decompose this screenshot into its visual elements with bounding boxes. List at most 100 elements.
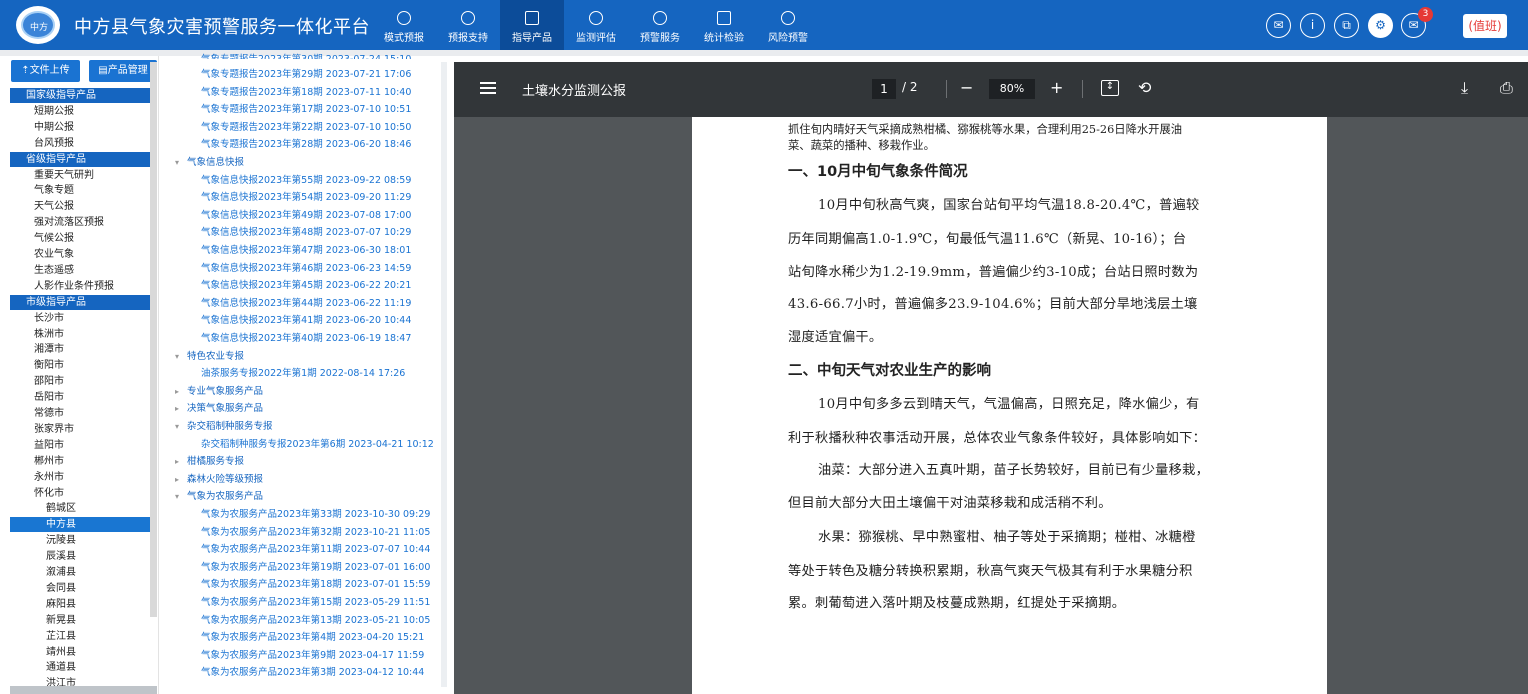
rotate-icon[interactable]: ⟲ [1138,80,1151,96]
print-icon[interactable]: ⎙ [1500,80,1513,96]
tree-item[interactable]: 怀化市 [34,486,142,501]
list-item[interactable]: 气象专题报告2023年第18期 2023-07-11 10:40 [201,86,411,100]
list-item[interactable]: 气象信息快报2023年第49期 2023-07-08 17:00 [201,209,411,223]
zoom-in-icon[interactable]: + [1050,80,1063,96]
list-group[interactable]: 柑橘服务专报 [187,455,244,469]
caret-down-icon[interactable]: ▾ [175,159,183,167]
tree-item[interactable]: 辰溪县 [46,549,142,564]
tree-item[interactable]: 芷江县 [46,629,142,644]
list-item-partial[interactable]: 气象专题报告2023年第30期 2023-07-24 15:10 [201,53,411,59]
product-manage-button[interactable]: ▤产品管理 [89,60,157,82]
list-group[interactable]: 森林火险等级预报 [187,473,263,487]
list-item[interactable]: 气象专题报告2023年第22期 2023-07-10 10:50 [201,121,411,135]
nav-tab-1[interactable]: 预报支持 [436,0,500,50]
tree-item[interactable]: 天气公报 [34,199,142,214]
tree-item[interactable]: 永州市 [34,470,142,485]
menu-icon[interactable] [480,82,496,84]
zoom-out-icon[interactable]: − [960,80,973,96]
zoom-level[interactable]: 80% [989,79,1035,99]
tree-item[interactable]: 张家界市 [34,422,142,437]
caret-right-icon[interactable]: ▸ [175,387,183,396]
portal-icon[interactable]: ⧉ [1334,13,1359,38]
list-item[interactable]: 气象为农服务产品2023年第3期 2023-04-12 10:44 [201,666,424,680]
list-item[interactable]: 气象信息快报2023年第48期 2023-07-07 10:29 [201,226,411,240]
list-item[interactable]: 气象信息快报2023年第40期 2023-06-19 18:47 [201,332,411,346]
page-number-input[interactable]: 1 [872,79,896,99]
list-item[interactable]: 气象为农服务产品2023年第18期 2023-07-01 15:59 [201,578,430,592]
tree-item[interactable]: 会同县 [46,581,142,596]
tree-item[interactable]: 衡阳市 [34,358,142,373]
list-group[interactable]: 决策气象服务产品 [187,402,263,416]
list-item[interactable]: 气象为农服务产品2023年第13期 2023-05-21 10:05 [201,614,430,628]
nav-tab-2[interactable]: 指导产品 [500,0,564,50]
tree-item[interactable]: 株洲市 [34,327,142,342]
left-horizontal-scrollbar[interactable] [10,686,157,694]
tree-item[interactable]: 常德市 [34,406,142,421]
list-item[interactable]: 气象为农服务产品2023年第19期 2023-07-01 16:00 [201,561,430,575]
nav-tab-5[interactable]: 统计检验 [692,0,756,50]
tree-item[interactable]: 气候公报 [34,231,142,246]
tree-item[interactable]: 台风预报 [34,136,142,151]
list-item[interactable]: 气象为农服务产品2023年第11期 2023-07-07 10:44 [201,543,430,557]
fit-page-icon[interactable]: ↕ [1101,80,1119,96]
tree-item[interactable]: 湘潭市 [34,342,142,357]
duty-button[interactable]: (值班) [1463,14,1507,38]
nav-tab-3[interactable]: 监测评估 [564,0,628,50]
tree-item[interactable]: 中方县 [10,517,157,533]
list-item[interactable]: 油茶服务专报2022年第1期 2022-08-14 17:26 [201,367,405,381]
caret-right-icon[interactable]: ▸ [175,475,183,484]
list-item[interactable]: 气象为农服务产品2023年第4期 2023-04-20 15:21 [201,631,424,645]
list-item[interactable]: 气象信息快报2023年第47期 2023-06-30 18:01 [201,244,411,258]
nav-tab-0[interactable]: 模式预报 [372,0,436,50]
settings-icon[interactable]: ⚙ [1368,13,1393,38]
list-item[interactable]: 气象为农服务产品2023年第33期 2023-10-30 09:29 [201,508,430,522]
list-group[interactable]: 气象信息快报 [187,156,244,170]
middle-scrollbar[interactable] [441,62,447,687]
caret-right-icon[interactable]: ▸ [175,458,183,466]
download-icon[interactable]: ⤓ [1461,80,1468,96]
list-group[interactable]: 特色农业专报 [187,350,244,364]
tree-item[interactable]: 农业气象 [34,247,142,262]
tree-item[interactable]: 益阳市 [34,438,142,453]
tree-item[interactable]: 新晃县 [46,613,142,628]
tree-item[interactable]: 长沙市 [34,311,142,326]
list-item[interactable]: 气象为农服务产品2023年第9期 2023-04-17 11:59 [201,649,424,663]
tree-item[interactable]: 通道县 [46,660,142,675]
list-item[interactable]: 气象专题报告2023年第17期 2023-07-10 10:51 [201,103,411,117]
list-item[interactable]: 气象信息快报2023年第45期 2023-06-22 20:21 [201,279,411,293]
tree-item[interactable]: 郴州市 [34,454,142,469]
tree-item[interactable]: 生态遥感 [34,263,142,278]
nav-tab-6[interactable]: 风险预警 [756,0,820,50]
tree-item[interactable]: 岳阳市 [34,390,142,405]
tree-item[interactable]: 邵阳市 [34,374,142,389]
list-item[interactable]: 气象为农服务产品2023年第15期 2023-05-29 11:51 [201,596,430,610]
list-item[interactable]: 气象信息快报2023年第44期 2023-06-22 11:19 [201,297,411,311]
caret-down-icon[interactable]: ▾ [175,423,183,431]
list-group[interactable]: 杂交稻制种服务专报 [187,420,273,434]
tree-item[interactable]: 鹤城区 [46,501,142,516]
tree-item[interactable]: 沅陵县 [46,533,142,548]
list-item[interactable]: 气象专题报告2023年第28期 2023-06-20 18:46 [201,138,411,152]
list-item[interactable]: 气象专题报告2023年第29期 2023-07-21 17:06 [201,68,411,82]
tree-item[interactable]: 溆浦县 [46,565,142,580]
list-item[interactable]: 气象信息快报2023年第41期 2023-06-20 10:44 [201,314,411,328]
tree-item[interactable]: 靖州县 [46,645,142,660]
list-item[interactable]: 气象为农服务产品2023年第32期 2023-10-21 11:05 [201,526,430,540]
nav-tab-4[interactable]: 预警服务 [628,0,692,50]
list-group[interactable]: 专业气象服务产品 [187,385,263,399]
tree-item[interactable]: 麻阳县 [46,597,142,612]
tree-group-header[interactable]: 国家级指导产品 [10,88,157,103]
tree-item[interactable]: 重要天气研判 [34,168,142,183]
tree-item[interactable]: 人影作业条件预报 [34,279,142,294]
list-group[interactable]: 气象为农服务产品 [187,490,263,504]
shirt-icon[interactable]: ✉ [1266,13,1291,38]
caret-down-icon[interactable]: ▾ [175,352,183,361]
tree-item[interactable]: 短期公报 [34,104,142,119]
tree-item[interactable]: 中期公报 [34,120,142,135]
list-item[interactable]: 气象信息快报2023年第46期 2023-06-23 14:59 [201,262,411,276]
caret-down-icon[interactable]: ▾ [175,493,183,501]
left-scrollbar[interactable] [150,62,157,617]
tree-item[interactable]: 强对流落区预报 [34,215,142,230]
tree-group-header[interactable]: 市级指导产品 [10,294,157,310]
info-icon[interactable]: i [1300,13,1325,38]
